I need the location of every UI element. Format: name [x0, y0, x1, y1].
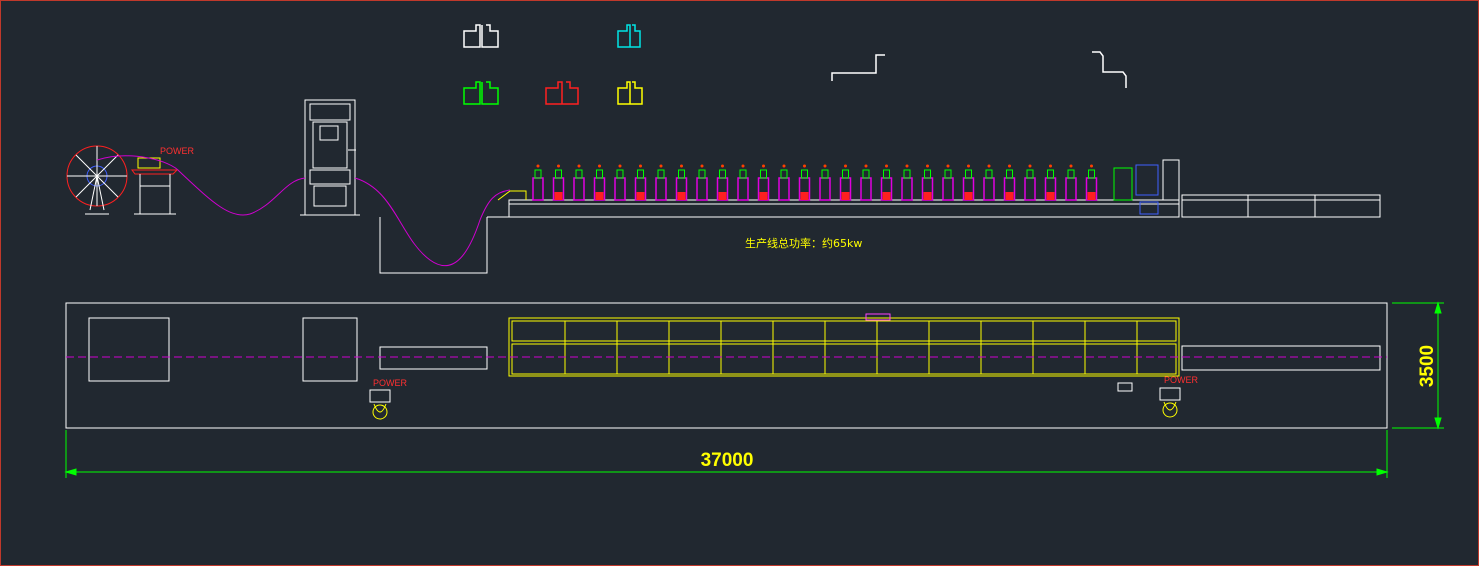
roller-stand: [921, 164, 934, 201]
roller-stand: [532, 164, 544, 201]
roller-stand: [593, 164, 606, 201]
roller-stand: [655, 164, 667, 201]
roller-stand: [798, 164, 811, 201]
roller-stand: [819, 164, 831, 201]
profile-green: [463, 81, 499, 105]
roller-stands: [532, 164, 1098, 201]
plan-stand-dividers: [564, 321, 1138, 374]
roller-stand: [880, 164, 893, 201]
power-label-elevation: POWER: [160, 146, 195, 156]
profile-cyan: [617, 24, 641, 48]
straightener: [131, 157, 179, 215]
roller-stand: [614, 164, 626, 201]
roller-stand: [962, 164, 975, 201]
roller-stand: [757, 164, 770, 201]
roller-stand: [901, 164, 913, 201]
power-label-plan-right: POWER: [1164, 375, 1199, 385]
roller-stand: [1003, 164, 1016, 201]
roller-stand: [942, 164, 954, 201]
roller-stand: [983, 164, 995, 201]
roller-stand: [675, 164, 688, 201]
roller-stand: [716, 164, 729, 201]
plan-pit: [379, 346, 488, 370]
material-path: [96, 155, 511, 267]
cutting-unit: [1113, 159, 1180, 215]
dimension-width-text: 3500: [1417, 345, 1438, 387]
roller-stand: [778, 164, 790, 201]
plan-forming-frame: [508, 313, 1180, 377]
runout-table: [1181, 194, 1381, 218]
profile-z-section: [831, 54, 885, 81]
plan-press: [302, 317, 358, 382]
elevation-ground: [379, 216, 510, 274]
roller-stand: [1065, 164, 1077, 201]
roller-stand: [1024, 164, 1036, 201]
profile-white: [463, 24, 499, 48]
roller-stand: [1044, 164, 1057, 201]
roller-stand: [839, 164, 852, 201]
punch-press: [300, 99, 360, 216]
power-box-left: [369, 389, 391, 420]
plan-decoiler: [88, 317, 170, 382]
profile-hook-section: [1092, 51, 1127, 88]
dimension-length-text: 37000: [701, 450, 754, 471]
roller-stand: [696, 164, 708, 201]
roller-stand: [737, 164, 749, 201]
power-box-right: [1117, 382, 1181, 418]
profile-yellow: [617, 81, 643, 105]
power-label-plan-left: POWER: [373, 378, 408, 388]
total-power-note: 生产线总功率：约65kw: [745, 236, 862, 250]
roller-stand: [552, 164, 565, 201]
cad-drawing: POWER 生产线总功率：约65kw POWER POWER 37000 350…: [64, 24, 1444, 478]
profile-red: [545, 81, 579, 105]
roller-stand: [634, 164, 647, 201]
plan-view-outline: [65, 302, 1388, 429]
roller-stand: [1085, 164, 1098, 201]
roller-stand: [573, 164, 585, 201]
plan-runout: [1181, 345, 1381, 371]
roller-stand: [860, 164, 872, 201]
